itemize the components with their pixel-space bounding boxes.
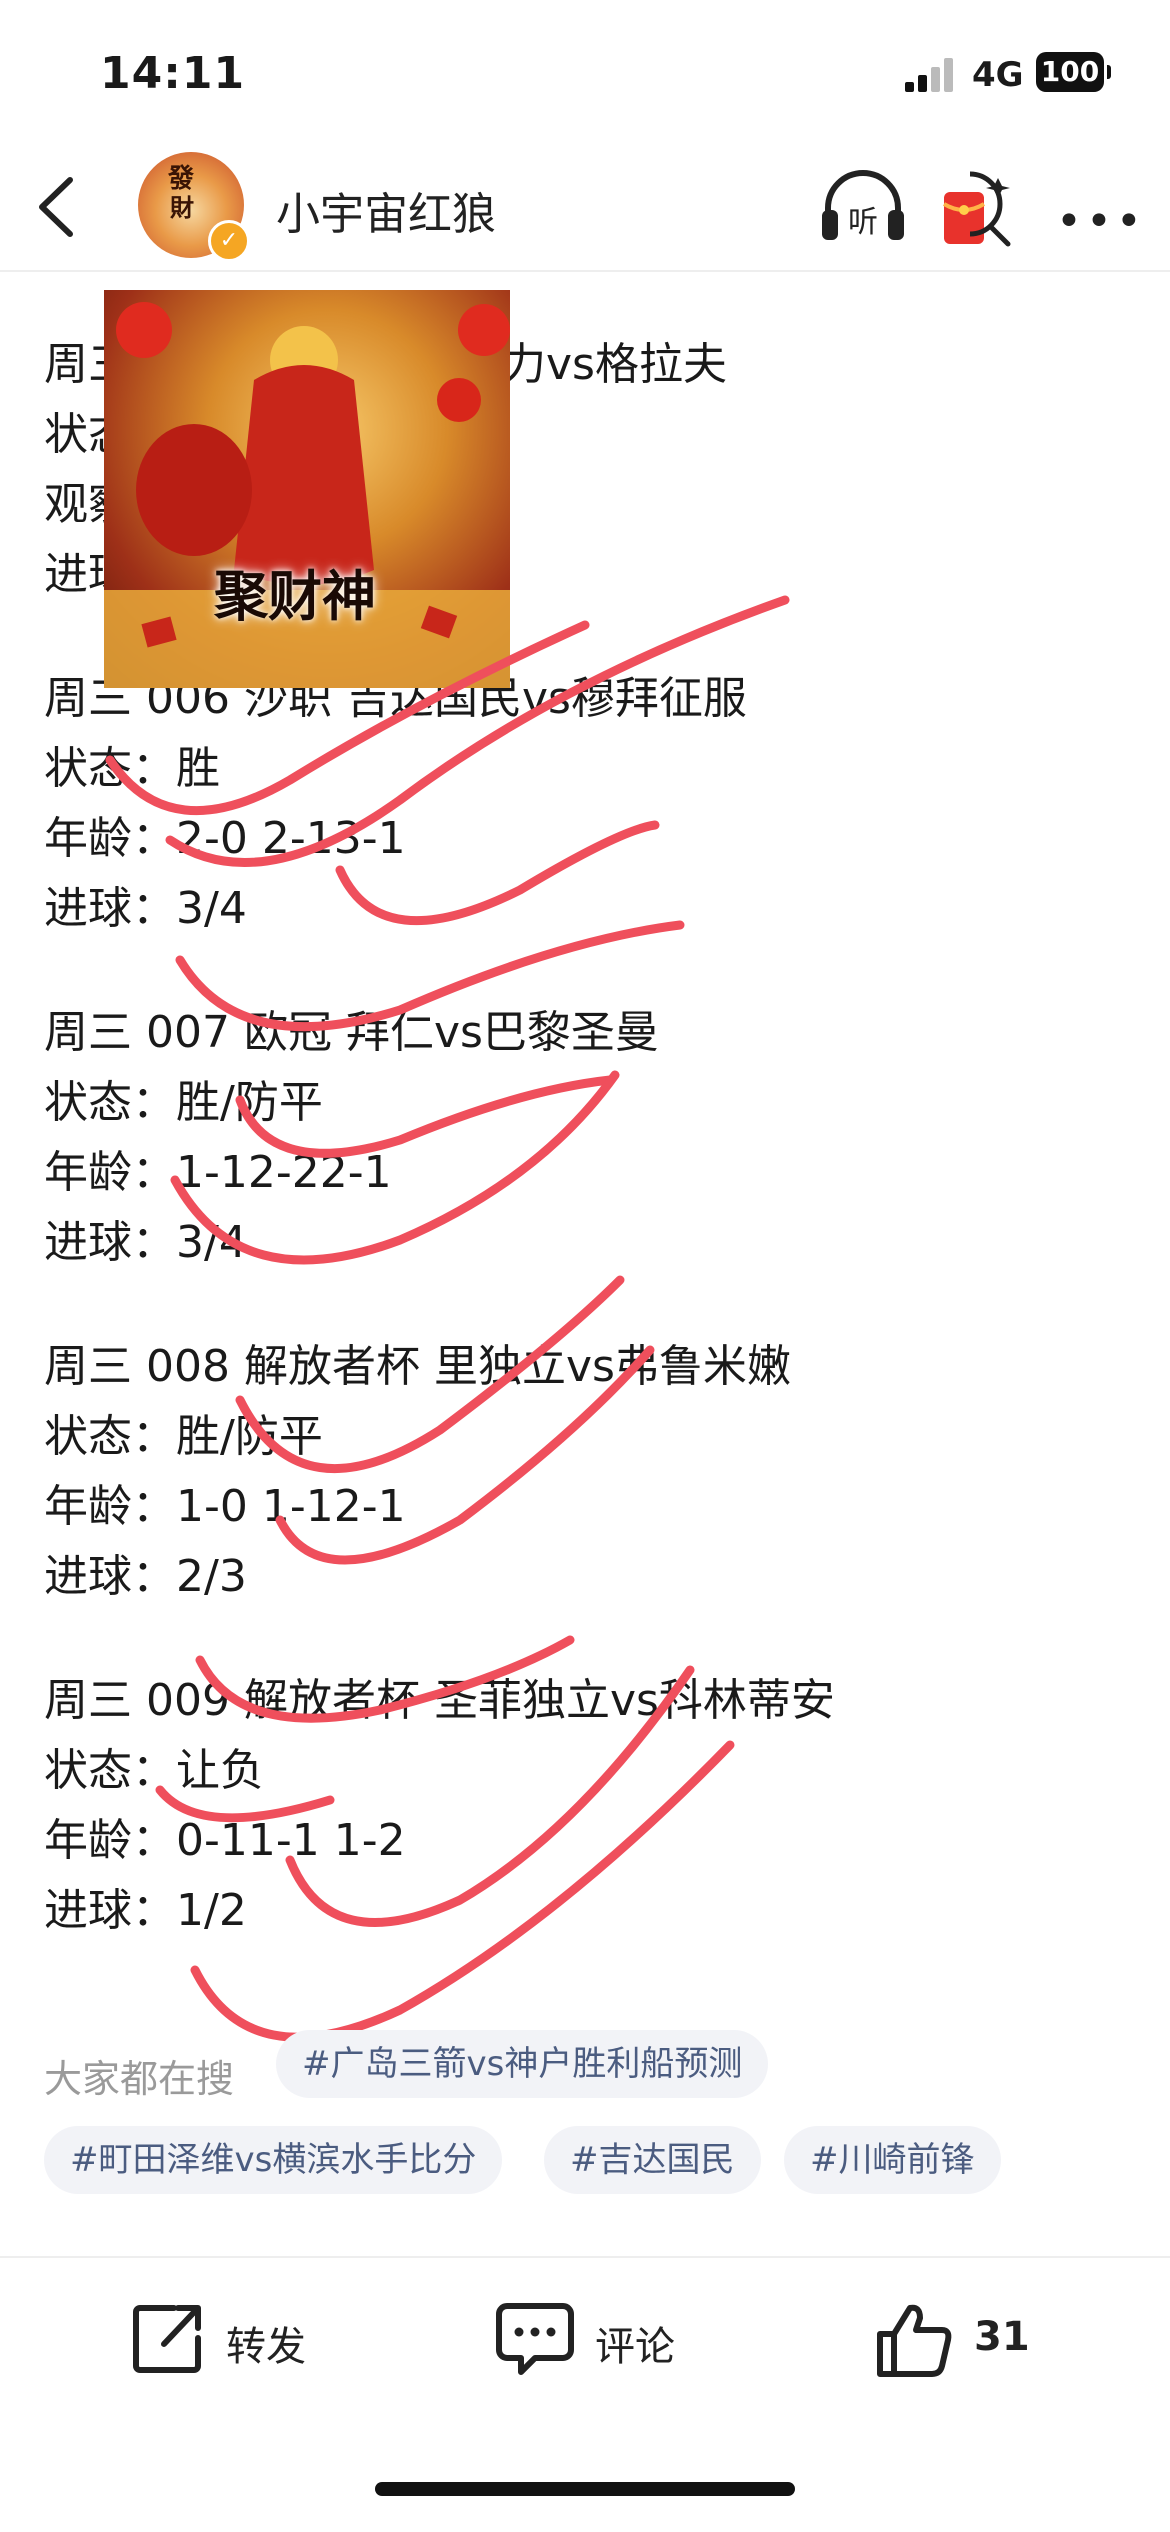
listen-label: 听 (848, 205, 878, 240)
red-packet-icon[interactable] (940, 170, 1014, 250)
header-divider (0, 270, 1170, 272)
comment-icon (496, 2303, 574, 2375)
thumbs-up-icon (877, 2304, 952, 2377)
like-count: 31 (974, 2314, 1030, 2360)
search-tag[interactable]: #町田泽维vs横滨水手比分 (44, 2126, 503, 2194)
repost-label: 转发 (226, 2324, 306, 2370)
like-button[interactable]: 31 (874, 2300, 1044, 2386)
comment-label: 评论 (595, 2324, 675, 2370)
match-goals: 进球：2/3 (44, 1551, 247, 1602)
match-status: 状态：胜/防平 (44, 1411, 323, 1462)
match-title: 周三 009 解放者杯 圣菲独立vs科林蒂安 (44, 1675, 835, 1726)
match-status: 状态：让负 (44, 1745, 264, 1796)
match-goals: 进球：3/4 (44, 1217, 247, 1268)
network-type: 4G (972, 55, 1024, 95)
headphones-listen-icon[interactable]: 听 (820, 170, 906, 246)
back-arrow-icon[interactable] (30, 172, 90, 242)
match-age: 年龄：0-11-1 1-2 (44, 1815, 406, 1866)
avatar-text-2: 財 (170, 194, 194, 222)
overlay-caption: 聚财神 (214, 565, 376, 628)
match-age: 年龄：1-12-22-1 (44, 1147, 392, 1198)
match-status: 状态：胜 (44, 743, 220, 794)
repost-button[interactable]: 转发 (130, 2300, 330, 2386)
match-title: 周三 007 欧冠 拜仁vs巴黎圣曼 (44, 1007, 659, 1058)
match-age: 年龄：1-0 1-12-1 (44, 1481, 406, 1532)
username[interactable]: 小宇宙红狼 (276, 178, 496, 242)
more-options-icon[interactable]: ••• (1056, 196, 1146, 247)
share-icon (133, 2305, 201, 2373)
home-indicator[interactable] (375, 2482, 795, 2496)
search-tag[interactable]: #川崎前锋 (784, 2126, 1001, 2194)
caishen-overlay-image[interactable]: 聚财神 (104, 290, 510, 688)
match-status: 状态：胜/防平 (44, 1077, 323, 1128)
search-tag[interactable]: #广岛三箭vs神户胜利船预测 (276, 2030, 769, 2098)
match-block-009: 周三 009 解放者杯 圣菲独立vs科林蒂安 状态：让负 年龄：0-11-1 1… (44, 1666, 1124, 1946)
comment-button[interactable]: 评论 (495, 2300, 695, 2386)
signal-icon (905, 58, 955, 92)
match-block-008: 周三 008 解放者杯 里独立vs弗鲁米嫩 状态：胜/防平 年龄：1-0 1-1… (44, 1332, 1124, 1612)
match-age: 年龄：2-0 2-13-1 (44, 813, 406, 864)
battery-icon: 100 (1036, 52, 1111, 92)
match-goals: 进球：3/4 (44, 883, 247, 934)
verified-badge-icon: ✓ (208, 220, 250, 262)
search-tag[interactable]: #吉达国民 (544, 2126, 761, 2194)
match-title: 周三 008 解放者杯 里独立vs弗鲁米嫩 (44, 1341, 791, 1392)
match-block-007: 周三 007 欧冠 拜仁vs巴黎圣曼 状态：胜/防平 年龄：1-12-22-1 … (44, 998, 1124, 1278)
match-block-006: 周三 006 沙职 吉达国民vs穆拜征服 状态：胜 年龄：2-0 2-13-1 … (44, 664, 1124, 944)
status-bar: 14:11 4G 100 (0, 0, 1170, 150)
popular-searches-label: 大家都在搜 (44, 2057, 235, 2101)
action-bar-divider (0, 2256, 1170, 2258)
status-time: 14:11 (100, 48, 246, 99)
match-goals: 进球：1/2 (44, 1885, 247, 1936)
popular-searches: 大家都在搜 #广岛三箭vs神户胜利船预测 #町田泽维vs横滨水手比分 #吉达国民… (44, 2030, 1144, 2194)
